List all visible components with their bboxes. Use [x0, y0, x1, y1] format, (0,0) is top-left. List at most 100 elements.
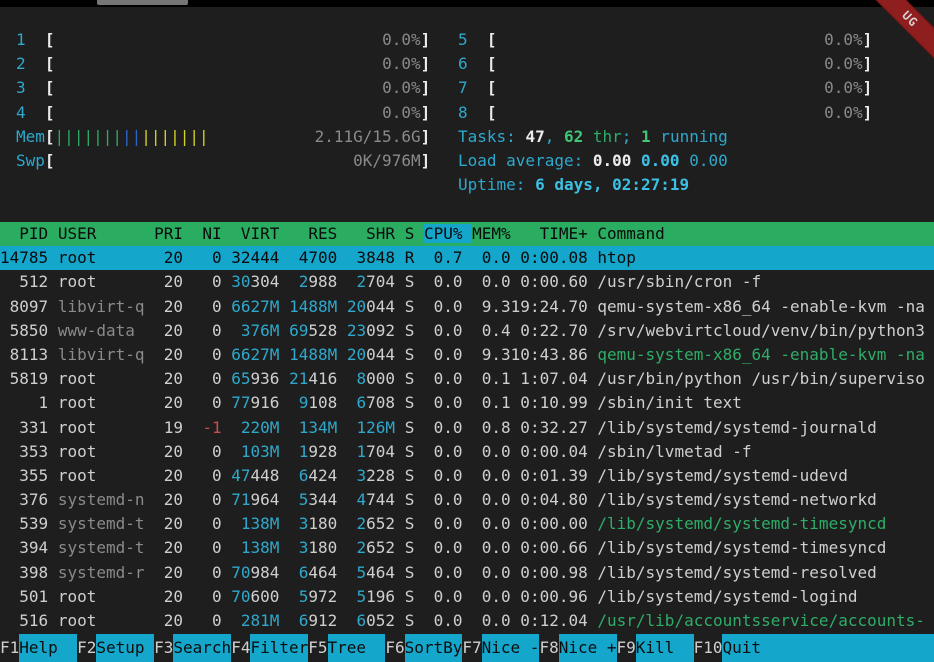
meter-bars: ||||||||||||||||	[55, 125, 209, 149]
fkey-nice-[interactable]: F7Nice -	[462, 634, 539, 662]
cell-cpu: 0.0	[424, 369, 463, 388]
fkey-number: F8	[539, 634, 558, 662]
process-row[interactable]: 394 systemd-t 20 0 138M 3180 2652 S 0.0 …	[0, 536, 934, 560]
process-row[interactable]: 376 systemd-n 20 0 71964 5344 4744 S 0.0…	[0, 488, 934, 512]
cell-command: /sbin/init text	[597, 393, 742, 412]
cell-pri: 19	[154, 418, 183, 437]
column-header-pri[interactable]: PRI	[154, 224, 183, 243]
cell-s: S	[405, 418, 415, 437]
meter-track: 0.0%	[497, 101, 863, 125]
cell-mem: 0.1	[472, 369, 511, 388]
yellow-bars: |||||||	[141, 127, 208, 146]
fkey-tree[interactable]: F5Tree	[308, 634, 385, 662]
cell-pri: 20	[154, 369, 183, 388]
cell-cpu: 0.0	[424, 466, 463, 485]
cell-user: root	[58, 466, 145, 485]
fkey-help[interactable]: F1Help	[0, 634, 77, 662]
column-header-ni[interactable]: NI	[193, 224, 222, 243]
cell-mem: 0.0	[472, 248, 511, 267]
cell-time: 0:00.00	[511, 514, 588, 533]
fkey-sortby[interactable]: F6SortBy	[385, 634, 462, 662]
meter-track: ||||||||||||||||2.11G/15.6G	[55, 125, 421, 149]
process-row[interactable]: 516 root 20 0 281M 6912 6052 S 0.0 0.0 0…	[0, 609, 934, 633]
window-tab[interactable]	[97, 0, 188, 5]
cpu-meter-8: 8 [0.0%]	[458, 101, 872, 125]
cell-s: S	[405, 272, 415, 291]
column-header-time[interactable]: TIME+	[511, 224, 588, 243]
cell-mem: 0.8	[472, 418, 511, 437]
cpu-meter-6: 6 [0.0%]	[458, 52, 872, 76]
fkey-quit[interactable]: F10Quit	[694, 634, 781, 662]
process-row[interactable]: 539 systemd-t 20 0 138M 3180 2652 S 0.0 …	[0, 512, 934, 536]
fkey-number: F6	[385, 634, 404, 662]
cell-cpu: 0.0	[424, 611, 463, 630]
column-header-mem[interactable]: MEM%	[472, 224, 511, 243]
process-row[interactable]: 5850 www-data 20 0 376M 69528 23092 S 0.…	[0, 319, 934, 343]
meter-close-bracket: ]	[863, 78, 873, 97]
meter-open-bracket: [	[45, 30, 55, 49]
cell-user: root	[58, 611, 145, 630]
process-row[interactable]: 8097 libvirt-q 20 0 6627M 1488M 20044 S …	[0, 295, 934, 319]
cell-cpu: 0.0	[424, 393, 463, 412]
fkey-search[interactable]: F3Search	[154, 634, 231, 662]
cell-command: qemu-system-x86_64 -enable-kvm -na	[597, 297, 925, 316]
cpu-meter-2: 2 [0.0%]	[16, 52, 430, 76]
meter-label: Mem	[16, 127, 45, 146]
fkey-filter[interactable]: F4Filter	[231, 634, 308, 662]
column-header-virt[interactable]: VIRT	[231, 224, 279, 243]
cell-ni: 0	[193, 248, 222, 267]
cell-pid: 5850	[0, 321, 48, 340]
cell-user: systemd-n	[58, 490, 145, 509]
cell-mem: 9.3	[472, 345, 511, 364]
process-row[interactable]: 355 root 20 0 47448 6424 3228 S 0.0 0.0 …	[0, 464, 934, 488]
meter-open-bracket: [	[45, 78, 55, 97]
cell-command: /usr/sbin/cron -f	[597, 272, 761, 291]
process-row[interactable]: 5819 root 20 0 65936 21416 8000 S 0.0 0.…	[0, 367, 934, 391]
column-header-pid[interactable]: PID	[0, 224, 48, 243]
process-row[interactable]: 501 root 20 0 70600 5972 5196 S 0.0 0.0 …	[0, 585, 934, 609]
cell-command: qemu-system-x86_64 -enable-kvm -na	[597, 345, 925, 364]
column-header-user[interactable]: USER	[58, 224, 145, 243]
process-row[interactable]: 1 root 20 0 77916 9108 6708 S 0.0 0.1 0:…	[0, 391, 934, 415]
column-header-cpu[interactable]: CPU%	[424, 224, 472, 243]
process-row[interactable]: 331 root 19 -1 220M 134M 126M S 0.0 0.8 …	[0, 416, 934, 440]
cell-pid: 539	[0, 514, 48, 533]
cell-s: S	[405, 563, 415, 582]
fkey-kill[interactable]: F9Kill	[617, 634, 694, 662]
meter-track: 0K/976M	[55, 149, 421, 173]
cpu-meter-5: 5 [0.0%]	[458, 28, 872, 52]
column-header-cmd[interactable]: Command	[597, 224, 664, 243]
cell-command: /lib/systemd/systemd-resolved	[597, 563, 876, 582]
cell-command: /lib/systemd/systemd-journald	[597, 418, 876, 437]
meter-label: 4	[16, 103, 45, 122]
fkey-label: SortBy	[405, 634, 463, 662]
cell-mem: 0.0	[472, 272, 511, 291]
process-row[interactable]: 398 systemd-r 20 0 70984 6464 5464 S 0.0…	[0, 561, 934, 585]
cell-cpu: 0.0	[424, 272, 463, 291]
meter-track: 0.0%	[497, 28, 863, 52]
meter-open-bracket: [	[487, 103, 497, 122]
meter-value-text: 0.0%	[824, 76, 863, 100]
meter-track: 0.0%	[55, 28, 421, 52]
fkey-setup[interactable]: F2Setup	[77, 634, 154, 662]
cell-s: S	[405, 466, 415, 485]
process-row[interactable]: 512 root 20 0 30304 2988 2704 S 0.0 0.0 …	[0, 270, 934, 294]
cell-mem: 0.4	[472, 321, 511, 340]
cell-ni: 0	[193, 393, 222, 412]
cell-ni: 0	[193, 466, 222, 485]
meter-value-text: 0K/976M	[353, 149, 420, 173]
cell-time: 0:00.04	[511, 442, 588, 461]
process-row[interactable]: 8113 libvirt-q 20 0 6627M 1488M 20044 S …	[0, 343, 934, 367]
cell-s: S	[405, 369, 415, 388]
meter-open-bracket: [	[487, 78, 497, 97]
column-header-s[interactable]: S	[405, 224, 415, 243]
column-header-res[interactable]: RES	[289, 224, 337, 243]
fkey-nice-[interactable]: F8Nice +	[539, 634, 616, 662]
cell-pri: 20	[154, 563, 183, 582]
column-header-shr[interactable]: SHR	[347, 224, 395, 243]
function-key-bar: F1Help F2Setup F3SearchF4FilterF5Tree F6…	[0, 634, 934, 662]
process-row[interactable]: 14785 root 20 0 32444 4700 3848 R 0.7 0.…	[0, 246, 934, 270]
cell-user: root	[58, 272, 145, 291]
process-row[interactable]: 353 root 20 0 103M 1928 1704 S 0.0 0.0 0…	[0, 440, 934, 464]
cell-ni: 0	[193, 345, 222, 364]
